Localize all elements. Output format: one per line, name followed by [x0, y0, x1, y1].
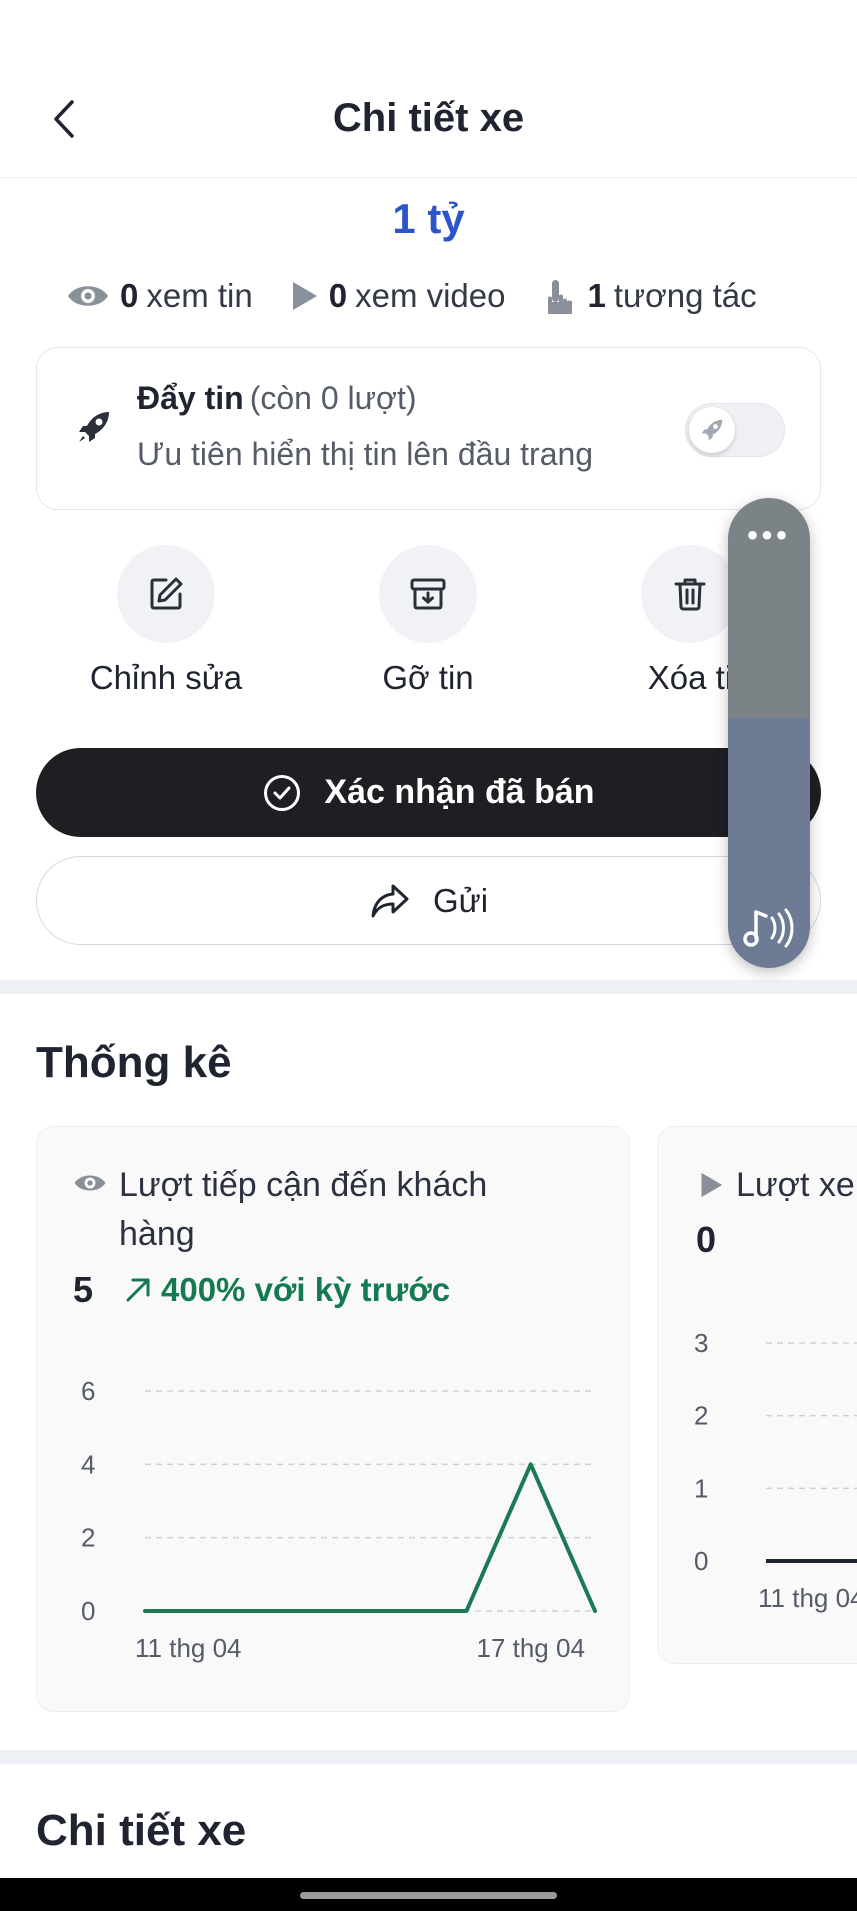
interaction-metric: 1 tương tác [542, 276, 757, 316]
unpublish-button[interactable]: Gỡ tin [298, 545, 558, 697]
unpublish-label: Gỡ tin [382, 659, 474, 696]
reach-stat-card: Lượt tiếp cận đến khách hàng 5 400% với … [36, 1126, 630, 1712]
tap-icon [547, 280, 572, 314]
y-tick-label: 0 [81, 1596, 95, 1626]
status-bar [0, 0, 857, 60]
rocket-icon [79, 412, 109, 442]
x-tick-label: 11 thg 04 [135, 1633, 242, 1663]
check-circle-icon [264, 774, 301, 811]
x-tick-label: 11 thg 04 [758, 1583, 857, 1613]
video-metric: 0 xem video [289, 277, 506, 315]
chevron-left-icon [54, 100, 74, 138]
music-wave-icon[interactable] [742, 906, 796, 950]
y-tick-label: 3 [694, 1328, 708, 1358]
interaction-label: tương tác [613, 277, 757, 314]
video-stat-card: Lượt xe 0 0 1 2 3 11 thg 04 [657, 1126, 857, 1664]
boost-title-row: Đẩy tin (còn 0 lượt) [137, 380, 417, 417]
y-tick-label: 6 [81, 1376, 95, 1406]
listing-metrics: 0 xem tin 0 xem video 1 tương tác [66, 272, 793, 320]
home-handle[interactable] [300, 1892, 557, 1899]
views-count: 0 [120, 277, 139, 314]
unpublish-icon-circle [379, 545, 477, 643]
video-line-chart: 0 1 2 3 11 thg 04 [694, 1328, 857, 1613]
listing-price: 1 tỷ [392, 195, 465, 242]
rocket-icon [701, 419, 723, 441]
share-arrow-icon [371, 884, 409, 917]
x-tick-label: 17 thg 04 [476, 1633, 584, 1663]
app-header: Chi tiết xe [0, 60, 857, 178]
play-icon [292, 282, 317, 310]
y-tick-label: 0 [694, 1546, 708, 1576]
boost-title: Đẩy tin [137, 380, 244, 416]
send-label: Gửi [432, 881, 489, 919]
send-button[interactable]: Gửi [36, 856, 821, 945]
views-label: xem tin [146, 277, 253, 314]
section-divider [0, 1750, 857, 1764]
views-metric: 0 xem tin [66, 277, 253, 315]
video-count: 0 [328, 277, 348, 314]
reach-line-chart: 0 2 4 6 11 thg 04 17 thg 04 [81, 1376, 597, 1663]
section-divider [0, 980, 857, 994]
statistics-title: Thống kê [36, 1038, 232, 1087]
pencil-icon [150, 577, 183, 610]
edit-label: Chỉnh sửa [89, 659, 243, 696]
more-dots-icon[interactable]: ••• [728, 521, 810, 551]
page-title: Chi tiết xe [332, 96, 525, 140]
eye-icon [68, 286, 108, 306]
toggle-knob [689, 407, 735, 453]
delete-icon-circle [641, 545, 739, 643]
interaction-count: 1 [587, 277, 606, 314]
confirm-sold-label: Xác nhận đã bán [324, 773, 595, 811]
video-label: xem video [355, 277, 506, 314]
boost-card: Đẩy tin (còn 0 lượt) Ưu tiên hiển thị tin… [36, 347, 821, 510]
confirm-sold-button[interactable]: Xác nhận đã bán [36, 748, 821, 837]
archive-icon [410, 578, 446, 610]
boost-toggle[interactable] [685, 403, 785, 457]
y-tick-label: 1 [694, 1473, 708, 1503]
y-tick-label: 4 [81, 1449, 95, 1479]
system-nav-bar [0, 1878, 857, 1911]
boost-description: Ưu tiên hiển thị tin lên đầu trang [137, 436, 594, 472]
edit-button[interactable]: Chỉnh sửa [36, 545, 296, 697]
trash-icon [674, 578, 706, 611]
edit-icon-circle [117, 545, 215, 643]
boost-remaining: (còn 0 lượt) [249, 380, 417, 416]
back-button[interactable] [36, 92, 90, 146]
y-tick-label: 2 [694, 1401, 708, 1431]
floating-audio-widget[interactable]: ••• [728, 498, 810, 968]
details-section-title: Chi tiết xe [36, 1806, 247, 1855]
y-tick-label: 2 [81, 1523, 95, 1553]
